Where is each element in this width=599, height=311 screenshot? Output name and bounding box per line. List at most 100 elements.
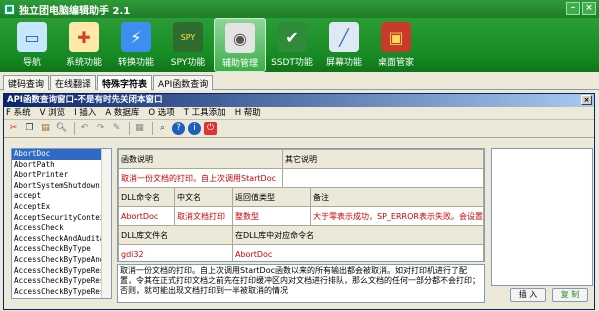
cn-name-label: 中文名 xyxy=(174,187,233,207)
main-tool-label: 转换功能 xyxy=(117,58,154,68)
dll-cmd-label: 在DLL库中对应命令名 xyxy=(232,225,484,245)
menu-item-4[interactable]: O 选项 xyxy=(148,107,174,119)
main-tool-spy-window[interactable]: SPY SPY功能 xyxy=(162,18,214,72)
app-title-bar: ■ 独立团电脑编辑助手 2.1 – × xyxy=(0,0,599,18)
paste-icon[interactable]: ▤ xyxy=(39,122,52,135)
main-tool-shield-check[interactable]: ✔ SSDT功能 xyxy=(266,18,318,72)
list-item[interactable]: AccessCheckByTypeAnd xyxy=(12,255,111,266)
api-icon-toolbar: ✂ ❐ ▤ 🔍︎ ↶ ↷ ✎ ▦ ⌕ ? i ⏻ xyxy=(4,120,594,138)
main-tool-windows-flag[interactable]: ✚ 系统功能 xyxy=(58,18,110,72)
main-tool-disk-drive[interactable]: ◉ 辅助管理 xyxy=(214,18,266,72)
list-item[interactable]: AbortDoc xyxy=(12,149,111,160)
main-toolbar: ▭ 导航 ✚ 系统功能 ⚡ 转换功能 SPY SPY功能 ◉ 辅助管理 ✔ SSDT功能 ╱ 屏幕功能 ▣ 桌… xyxy=(0,18,599,72)
menu-item-1[interactable]: V 浏览 xyxy=(40,107,66,119)
return-type-value[interactable]: 整数型 xyxy=(231,206,312,226)
main-tool-monitor[interactable]: ▭ 导航 xyxy=(6,18,58,72)
list-item[interactable]: AccessCheckByTypeRes xyxy=(12,266,111,277)
dll-name-value[interactable]: AbortDoc xyxy=(118,206,175,226)
api-window-titlebar: API函数查询窗口-不是有时先关闭本窗口 × xyxy=(4,94,594,107)
dll-file-value[interactable]: gdi32 xyxy=(118,244,233,261)
list-item[interactable]: accept xyxy=(12,191,111,202)
screen-slash-icon: ╱ xyxy=(329,22,359,52)
api-window-title: API函数查询窗口-不是有时先关闭本窗口 xyxy=(7,95,163,105)
windows-flag-icon: ✚ xyxy=(69,22,99,52)
dll-name-label: DLL命令名 xyxy=(118,187,175,207)
list-item[interactable]: AccessCheckByTypeRes xyxy=(12,276,111,287)
redo-icon[interactable]: ↷ xyxy=(94,122,107,135)
list-item[interactable]: AccessCheck xyxy=(12,223,111,234)
window-controls: – × xyxy=(566,2,596,15)
brush-icon[interactable]: ✎ xyxy=(110,122,123,135)
copy-icon[interactable]: ❐ xyxy=(23,122,36,135)
info-icon[interactable]: i xyxy=(188,122,201,135)
main-tool-screen-slash[interactable]: ╱ 屏幕功能 xyxy=(318,18,370,72)
insert-button[interactable]: 插 入 xyxy=(510,288,546,302)
undo-icon[interactable]: ↶ xyxy=(78,122,91,135)
function-list-scrollbar[interactable] xyxy=(101,149,111,298)
list-item[interactable]: AcceptEx xyxy=(12,202,111,213)
func-desc-label: 函数说明 xyxy=(118,149,284,169)
menu-item-2[interactable]: I 插入 xyxy=(74,107,96,119)
help-icon[interactable]: ? xyxy=(172,122,185,135)
sub-tab-3[interactable]: API函数查询 xyxy=(153,75,214,90)
shield-check-icon: ✔ xyxy=(277,22,307,52)
sub-tab-2[interactable]: 特殊字符表 xyxy=(97,75,153,90)
cut-icon[interactable]: ✂ xyxy=(7,122,20,135)
code-output-panel[interactable] xyxy=(491,148,593,286)
search-doc-icon[interactable]: 🔍︎ xyxy=(55,122,68,135)
list-item[interactable]: AccessCheckAndAudita xyxy=(12,234,111,245)
list-item[interactable]: AccessCheckByTypeRes xyxy=(12,287,111,298)
api-menu-bar: F 系统 V 浏览 I 插入 A 数据库 O 选项 T 工具添加 H 帮助 xyxy=(4,107,594,120)
api-window-close-button[interactable]: × xyxy=(581,95,592,105)
spy-window-icon: SPY xyxy=(173,22,203,52)
toolbar-separator xyxy=(74,122,75,135)
monitor-icon: ▭ xyxy=(17,22,47,52)
main-tool-toolbox[interactable]: ▣ 桌面管家 xyxy=(370,18,422,72)
toolbar-separator xyxy=(129,122,130,135)
list-item[interactable]: AbortPath xyxy=(12,160,111,171)
zoom-icon[interactable]: ⌕ xyxy=(156,122,169,135)
exit-icon[interactable]: ⏻ xyxy=(204,122,217,135)
sub-tab-1[interactable]: 在线翻译 xyxy=(50,75,97,90)
close-button[interactable]: × xyxy=(582,2,596,15)
toolbar-separator xyxy=(152,122,153,135)
dll-cmd-value[interactable]: AbortDoc xyxy=(232,244,484,261)
remark-label: 备注 xyxy=(310,187,484,207)
disk-drive-icon: ◉ xyxy=(225,23,255,53)
main-tool-label: SSDT功能 xyxy=(271,58,313,68)
func-desc-value[interactable]: 取消一份文档的打印。自上次调用StartDoc xyxy=(118,168,284,188)
menu-item-6[interactable]: H 帮助 xyxy=(235,107,261,119)
list-item[interactable]: AccessCheckByType xyxy=(12,244,111,255)
dll-file-label: DLL库文件名 xyxy=(118,225,233,245)
app-logo-icon: ■ xyxy=(4,3,15,15)
main-tool-label: 辅助管理 xyxy=(221,59,258,69)
main-tool-label: 桌面管家 xyxy=(377,58,414,68)
lightning-shield-icon: ⚡ xyxy=(121,22,151,52)
menu-item-3[interactable]: A 数据库 xyxy=(105,107,139,119)
list-item[interactable]: AbortSystemShutdown xyxy=(12,181,111,192)
other-desc-value[interactable] xyxy=(282,168,484,188)
main-tool-label: 系统功能 xyxy=(65,58,102,68)
cn-name-value[interactable]: 取消文档打印 xyxy=(174,206,233,226)
minimize-button[interactable]: – xyxy=(566,2,580,15)
list-item[interactable]: AbortPrinter xyxy=(12,170,111,181)
function-info-grid: 函数说明 其它说明 取消一份文档的打印。自上次调用StartDoc DLL命令名… xyxy=(117,148,485,262)
options-icon[interactable]: ▦ xyxy=(133,122,146,135)
api-query-window: API函数查询窗口-不是有时先关闭本窗口 × F 系统 V 浏览 I 插入 A 数据库… xyxy=(3,93,595,310)
remark-value[interactable]: 大于零表示成功，SP_ERROR表示失败。会设置Ge xyxy=(310,206,484,226)
sub-tab-bar: 键码查询 在线翻译 特殊字符表 API函数查询 xyxy=(0,72,599,90)
main-tool-label: 屏幕功能 xyxy=(325,58,362,68)
function-list[interactable]: AbortDoc AbortPath AbortPrinter AbortSystem… xyxy=(11,148,112,299)
menu-item-5[interactable]: T 工具添加 xyxy=(184,107,226,119)
main-tool-label: 导航 xyxy=(22,58,41,68)
return-type-label: 返回值类型 xyxy=(231,187,312,207)
main-tool-label: SPY功能 xyxy=(170,58,206,68)
main-tool-lightning-shield[interactable]: ⚡ 转换功能 xyxy=(110,18,162,72)
description-text: 取消一份文档的打印。自上次调用StartDoc函数以来的所有输出都会被取消。如对… xyxy=(117,264,485,303)
app-title: 独立团电脑编辑助手 2.1 xyxy=(19,5,131,17)
list-item[interactable]: AcceptSecurityContex xyxy=(12,213,111,224)
other-desc-label: 其它说明 xyxy=(282,149,484,169)
copy-button[interactable]: 复 制 xyxy=(552,288,588,302)
menu-item-0[interactable]: F 系统 xyxy=(6,107,31,119)
sub-tab-0[interactable]: 键码查询 xyxy=(3,75,50,90)
